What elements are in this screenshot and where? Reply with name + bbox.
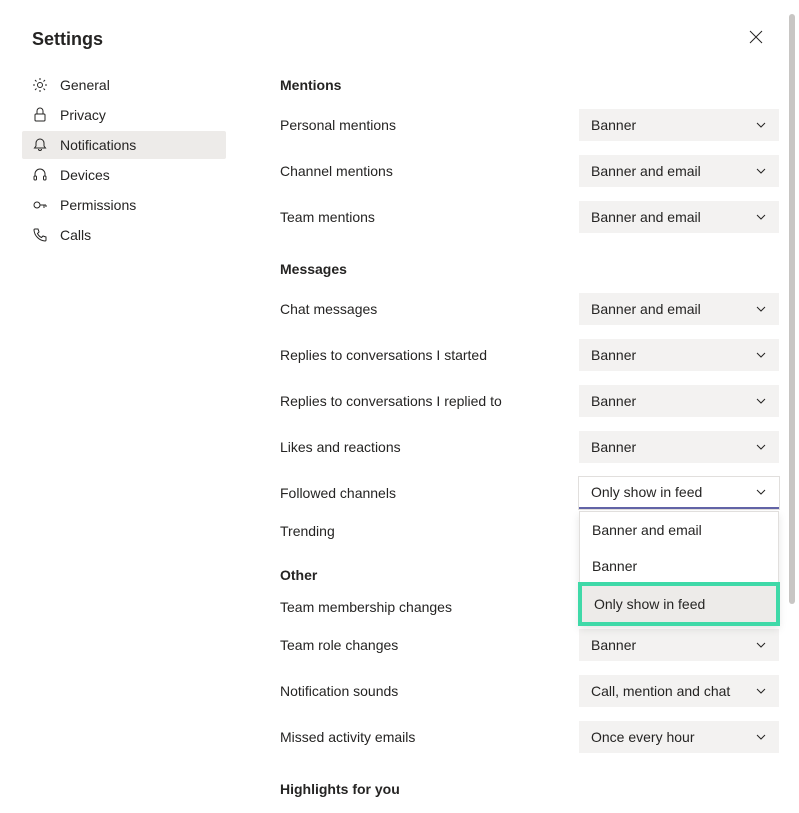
phone-icon — [32, 227, 48, 243]
key-icon — [32, 197, 48, 213]
setting-label: Replies to conversations I started — [280, 347, 579, 363]
setting-row: Missed activity emails Once every hour — [280, 721, 779, 753]
chevron-down-icon — [755, 639, 767, 651]
dropdown-personal-mentions[interactable]: Banner — [579, 109, 779, 141]
chevron-down-icon — [755, 395, 767, 407]
dropdown-value: Banner — [591, 117, 636, 133]
setting-label: Notification sounds — [280, 683, 579, 699]
setting-row: Replies to conversations I started Banne… — [280, 339, 779, 371]
sidebar-item-permissions[interactable]: Permissions — [22, 191, 226, 219]
dropdown-option-banner[interactable]: Banner — [580, 548, 778, 584]
dropdown-missed-activity-emails[interactable]: Once every hour — [579, 721, 779, 753]
chevron-down-icon — [755, 303, 767, 315]
dropdown-value: Banner and email — [591, 301, 701, 317]
setting-row: Team mentions Banner and email — [280, 201, 779, 233]
dropdown-channel-mentions[interactable]: Banner and email — [579, 155, 779, 187]
sidebar-item-notifications[interactable]: Notifications — [22, 131, 226, 159]
page-title: Settings — [32, 29, 103, 50]
dropdown-value: Call, mention and chat — [591, 683, 730, 699]
sidebar-item-general[interactable]: General — [22, 71, 226, 99]
scrollbar[interactable] — [789, 14, 795, 604]
dropdown-option-banner-email[interactable]: Banner and email — [580, 512, 778, 548]
setting-row: Chat messages Banner and email — [280, 293, 779, 325]
section-title-highlights: Highlights for you — [280, 781, 779, 797]
setting-label: Team mentions — [280, 209, 579, 225]
settings-sidebar: General Privacy Notifications Devices Pe… — [22, 71, 226, 813]
setting-label: Replies to conversations I replied to — [280, 393, 579, 409]
lock-icon — [32, 107, 48, 123]
settings-main: Mentions Personal mentions Banner Channe… — [226, 71, 799, 813]
sidebar-item-label: General — [60, 77, 110, 93]
chevron-down-icon — [755, 441, 767, 453]
section-title-messages: Messages — [280, 261, 779, 277]
setting-row: Likes and reactions Banner — [280, 431, 779, 463]
setting-label: Missed activity emails — [280, 729, 579, 745]
headset-icon — [32, 167, 48, 183]
setting-label: Personal mentions — [280, 117, 579, 133]
setting-row: Notification sounds Call, mention and ch… — [280, 675, 779, 707]
chevron-down-icon — [755, 165, 767, 177]
setting-row: Followed channels Only show in feed Bann… — [280, 477, 779, 509]
dropdown-value: Once every hour — [591, 729, 695, 745]
chevron-down-icon — [755, 349, 767, 361]
chevron-down-icon — [755, 119, 767, 131]
dropdown-value: Banner and email — [591, 209, 701, 225]
chevron-down-icon — [755, 486, 767, 498]
dropdown-value: Banner — [591, 439, 636, 455]
setting-label: Team role changes — [280, 637, 579, 653]
section-title-mentions: Mentions — [280, 77, 779, 93]
bell-icon — [32, 137, 48, 153]
sidebar-item-label: Notifications — [60, 137, 136, 153]
sidebar-item-label: Permissions — [60, 197, 136, 213]
setting-label: Likes and reactions — [280, 439, 579, 455]
dropdown-likes-reactions[interactable]: Banner — [579, 431, 779, 463]
dropdown-replies-started[interactable]: Banner — [579, 339, 779, 371]
dropdown-notification-sounds[interactable]: Call, mention and chat — [579, 675, 779, 707]
setting-row: Team role changes Banner — [280, 629, 779, 661]
dropdown-chat-messages[interactable]: Banner and email — [579, 293, 779, 325]
setting-label: Channel mentions — [280, 163, 579, 179]
setting-row: Personal mentions Banner — [280, 109, 779, 141]
close-icon — [749, 31, 763, 48]
chevron-down-icon — [755, 685, 767, 697]
chevron-down-icon — [755, 211, 767, 223]
dropdown-value: Banner — [591, 637, 636, 653]
sidebar-item-privacy[interactable]: Privacy — [22, 101, 226, 129]
sidebar-item-calls[interactable]: Calls — [22, 221, 226, 249]
dropdown-option-only-show-in-feed[interactable]: Only show in feed — [578, 582, 780, 626]
setting-label: Chat messages — [280, 301, 579, 317]
dropdown-replies-replied[interactable]: Banner — [579, 385, 779, 417]
dropdown-value: Banner — [591, 347, 636, 363]
dropdown-team-role-changes[interactable]: Banner — [579, 629, 779, 661]
setting-label: Followed channels — [280, 485, 579, 501]
settings-body: General Privacy Notifications Devices Pe… — [0, 71, 799, 813]
setting-row: Channel mentions Banner and email — [280, 155, 779, 187]
setting-row: Replies to conversations I replied to Ba… — [280, 385, 779, 417]
sidebar-item-label: Privacy — [60, 107, 106, 123]
sidebar-item-devices[interactable]: Devices — [22, 161, 226, 189]
sidebar-item-label: Calls — [60, 227, 91, 243]
dropdown-value: Banner — [591, 393, 636, 409]
dropdown-value: Banner and email — [591, 163, 701, 179]
sidebar-item-label: Devices — [60, 167, 110, 183]
dropdown-followed-channels[interactable]: Only show in feed Banner and email Banne… — [579, 477, 779, 509]
chevron-down-icon — [755, 731, 767, 743]
settings-header: Settings — [0, 0, 799, 71]
dropdown-team-mentions[interactable]: Banner and email — [579, 201, 779, 233]
close-button[interactable] — [745, 26, 767, 53]
dropdown-value: Only show in feed — [591, 484, 702, 500]
gear-icon — [32, 77, 48, 93]
dropdown-menu: Banner and email Banner Only show in fee… — [579, 511, 779, 625]
